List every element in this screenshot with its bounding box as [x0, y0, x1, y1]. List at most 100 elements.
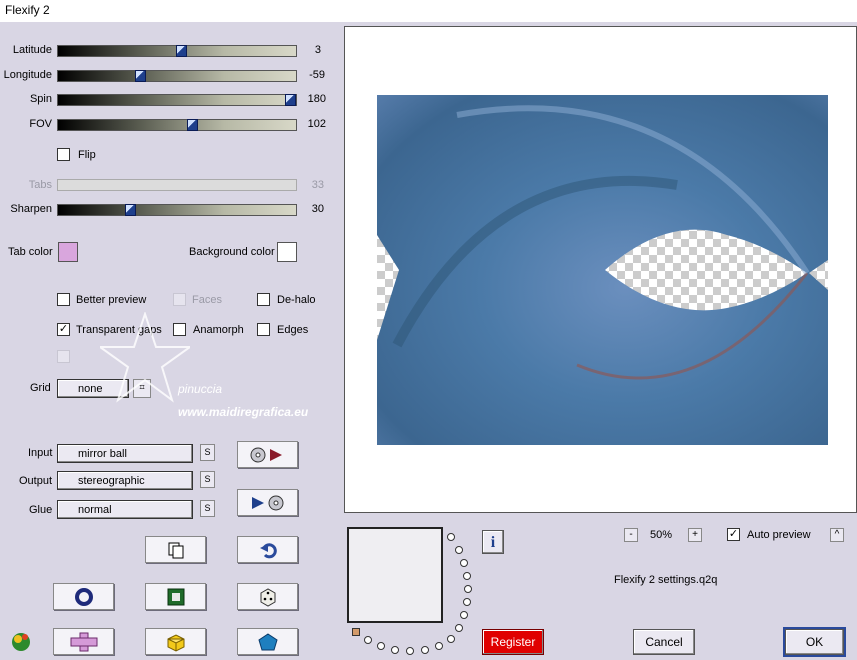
sharpen-value: 30 [311, 203, 324, 215]
zoom-out-button[interactable]: - [624, 528, 638, 542]
glue-select[interactable]: normal [57, 500, 193, 519]
flip-checkbox[interactable] [57, 148, 70, 161]
anamorph-label: Anamorph [193, 324, 244, 336]
cube-shape-icon [167, 633, 184, 652]
star-watermark [100, 312, 190, 403]
cancel-button[interactable]: Cancel [633, 629, 695, 655]
nav-dot[interactable] [421, 646, 429, 654]
settings-filename: Flexify 2 settings.q2q [614, 574, 718, 586]
spin-slider[interactable] [57, 94, 297, 106]
cube-shape-button[interactable] [145, 628, 206, 655]
sphere-button[interactable] [53, 583, 114, 610]
nav-dot[interactable] [364, 636, 372, 644]
glue-s-button[interactable]: S [200, 500, 215, 517]
zoom-level: 50% [650, 529, 673, 541]
latitude-thumb[interactable] [176, 45, 187, 57]
nav-dot[interactable] [463, 572, 471, 580]
nav-dot[interactable] [455, 624, 463, 632]
output-select[interactable]: stereographic [57, 471, 193, 490]
nav-dot[interactable] [460, 611, 468, 619]
arrow-to-disc-icon [251, 495, 283, 510]
flip-label: Flip [78, 149, 96, 161]
better-preview-checkbox[interactable] [57, 293, 70, 306]
extra-checkbox [57, 350, 70, 363]
info-button[interactable]: i [482, 530, 504, 554]
latitude-label: Latitude [12, 44, 52, 56]
tab-color-label: Tab color [8, 246, 53, 258]
tabs-value: 33 [311, 179, 324, 191]
sharpen-label: Sharpen [10, 203, 52, 215]
ok-button[interactable]: OK [783, 627, 846, 657]
info-icon: i [490, 534, 496, 551]
fov-thumb[interactable] [187, 119, 198, 131]
nav-dot[interactable] [447, 635, 455, 643]
fov-label: FOV [29, 118, 52, 130]
zoom-in-button[interactable]: + [688, 528, 702, 542]
output-s-button[interactable]: S [200, 471, 215, 488]
watermark-url: www.maidiregrafica.eu [178, 405, 309, 419]
undo-icon [259, 542, 277, 558]
longitude-label: Longitude [3, 69, 52, 81]
de-halo-label: De-halo [277, 294, 316, 306]
longitude-thumb[interactable] [135, 70, 146, 82]
cross-shape-button[interactable] [53, 628, 114, 655]
copy-button[interactable] [145, 536, 206, 563]
de-halo-checkbox[interactable] [257, 293, 270, 306]
preview-image [377, 95, 828, 445]
frame-button[interactable] [145, 583, 206, 610]
navigator-box[interactable] [347, 527, 443, 623]
sharpen-thumb[interactable] [125, 204, 136, 216]
random-button[interactable] [237, 583, 298, 610]
save-preset-button[interactable] [237, 489, 298, 516]
nav-dot[interactable] [460, 559, 468, 567]
ring-icon [74, 587, 93, 606]
dice-icon [260, 587, 275, 607]
fov-slider[interactable] [57, 119, 297, 131]
plugin-logo-icon [12, 633, 30, 651]
tabs-label: Tabs [28, 179, 52, 191]
auto-preview-checkbox[interactable]: ✓ [727, 528, 740, 541]
frame-icon [167, 588, 184, 605]
flexify-dialog: Latitude 3 Longitude -59 Spin 180 FOV 10… [0, 22, 857, 660]
sharpen-slider[interactable] [57, 204, 297, 216]
window-title: Flexify 2 [5, 3, 50, 17]
nav-dot[interactable] [391, 646, 399, 654]
undo-button[interactable] [237, 536, 298, 563]
nav-dot[interactable] [463, 598, 471, 606]
register-button[interactable]: Register [482, 629, 544, 655]
disc-to-arrow-icon [250, 447, 282, 462]
background-color-swatch[interactable] [277, 242, 297, 262]
tabs-slider [57, 179, 297, 191]
input-select[interactable]: mirror ball [57, 444, 193, 463]
watermark-name: pinuccia [178, 382, 223, 396]
input-s-button[interactable]: S [200, 444, 215, 461]
output-label: Output [19, 475, 53, 487]
load-preset-button[interactable] [237, 441, 298, 468]
nav-dot[interactable] [435, 642, 443, 650]
glue-label: Glue [29, 504, 53, 516]
edges-checkbox[interactable] [257, 323, 270, 336]
collapse-button[interactable]: ^ [830, 528, 844, 542]
nav-dot[interactable] [406, 647, 414, 655]
pentagon-gem-icon [257, 632, 278, 650]
transparent-gaps-checkbox[interactable]: ✓ [57, 323, 70, 336]
longitude-slider[interactable] [57, 70, 297, 82]
input-label: Input [28, 447, 53, 459]
nav-dot[interactable] [377, 642, 385, 650]
nav-dot[interactable] [447, 533, 455, 541]
nav-dot[interactable] [455, 546, 463, 554]
spin-label: Spin [29, 93, 52, 105]
spin-value: 180 [307, 93, 326, 105]
background-color-label: Background color [189, 246, 275, 258]
faces-label: Faces [192, 294, 222, 306]
preview-panel[interactable] [344, 26, 857, 513]
tab-color-swatch[interactable] [58, 242, 78, 262]
nav-corner-marker[interactable] [352, 628, 360, 636]
faces-checkbox [173, 293, 186, 306]
latitude-slider[interactable] [57, 45, 297, 57]
copy-icon [168, 542, 183, 558]
auto-preview-label: Auto preview [747, 529, 811, 541]
gem-shape-button[interactable] [237, 628, 298, 655]
nav-dot[interactable] [464, 585, 472, 593]
longitude-value: -59 [309, 69, 325, 81]
